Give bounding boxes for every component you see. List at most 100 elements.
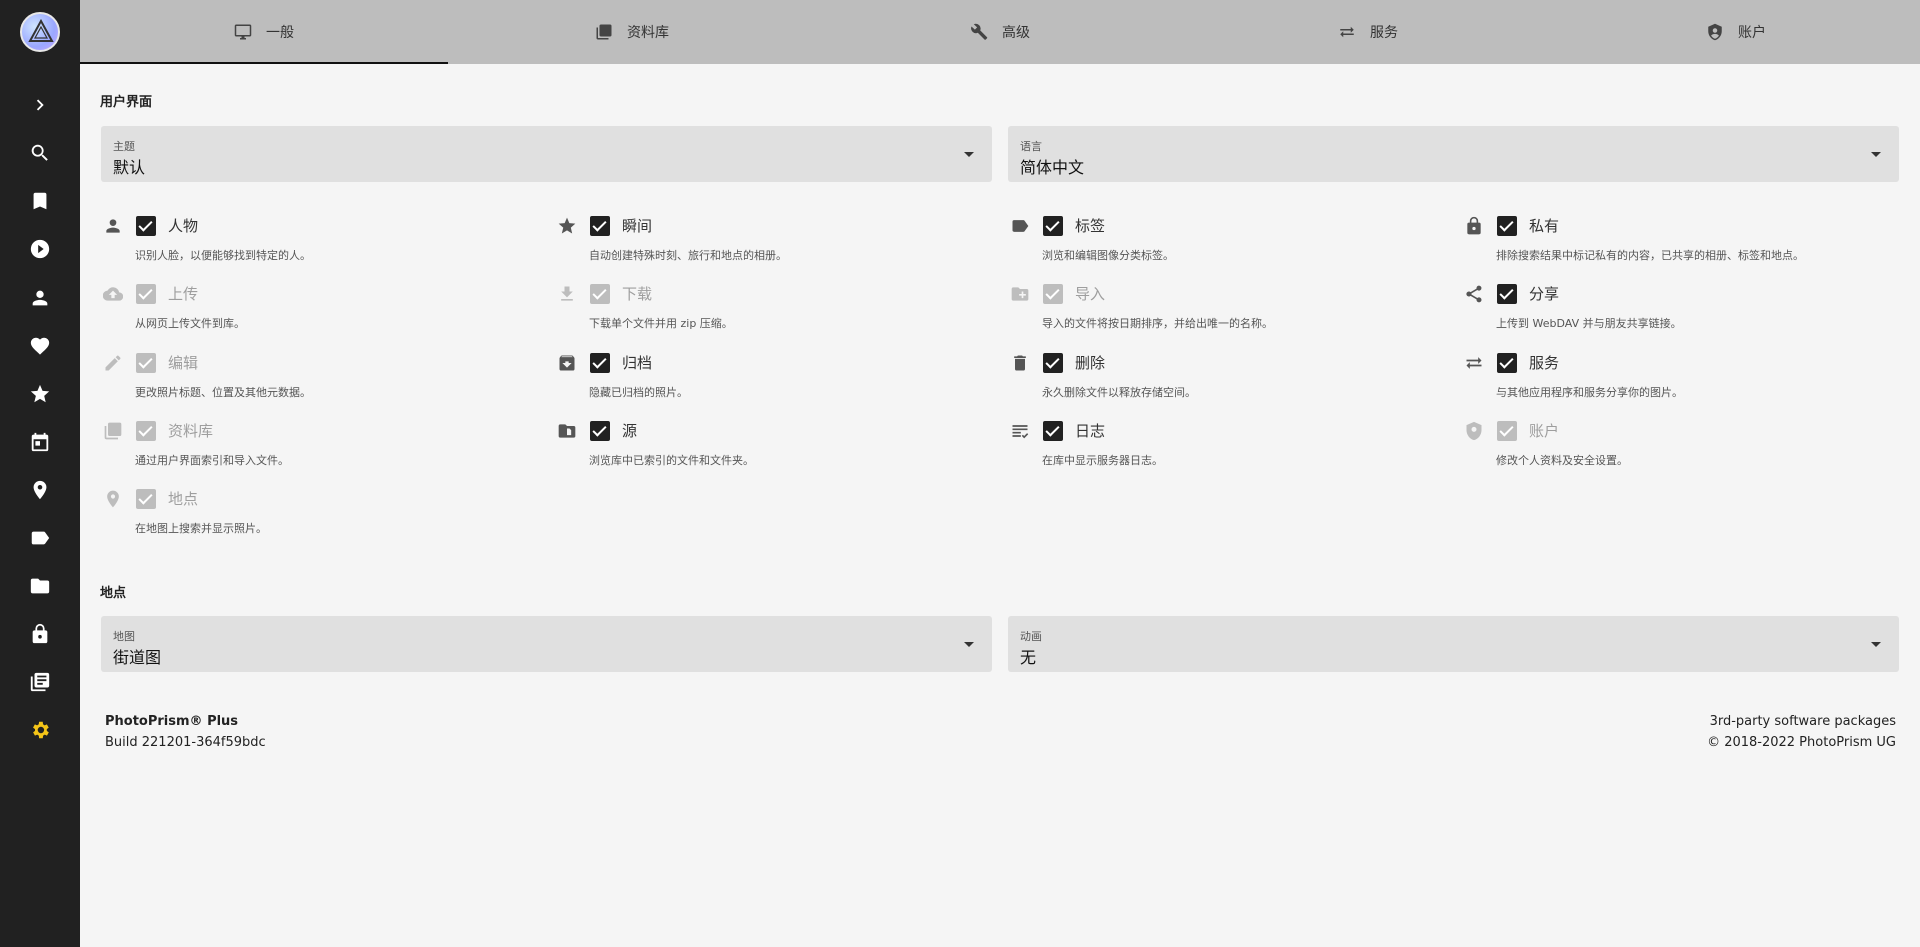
feature-description: 下载单个文件并用 zip 压缩。 — [589, 317, 733, 330]
swap-icon — [1340, 26, 1354, 38]
feature-checkbox[interactable] — [1497, 284, 1517, 304]
feature-checkbox[interactable] — [590, 353, 610, 373]
feature-title: 归档 — [622, 354, 653, 372]
tab-label: 一般 — [266, 25, 294, 41]
feature-title: 下载 — [622, 285, 653, 303]
copyright: © 2018-2022 PhotoPrism UG — [1707, 735, 1896, 750]
feature-delete: 删除 永久删除文件以释放存储空间。 — [1009, 352, 1449, 416]
sidebar — [0, 0, 80, 947]
chevron-down-icon — [964, 642, 974, 647]
swap-icon — [1463, 352, 1485, 374]
library-icon[interactable] — [28, 670, 52, 694]
heart-icon[interactable] — [28, 334, 52, 358]
feature-title: 日志 — [1075, 422, 1106, 440]
feature-checkbox[interactable] — [136, 284, 156, 304]
log-icon — [1009, 420, 1031, 442]
feature-title: 人物 — [168, 217, 199, 235]
person-icon — [102, 215, 124, 237]
folder-icon[interactable] — [28, 574, 52, 598]
tab-label: 资料库 — [627, 25, 669, 41]
account-shield-icon — [1708, 23, 1722, 41]
feature-title: 服务 — [1529, 354, 1560, 372]
feature-private: 私有 排除搜索结果中标记私有的内容，已共享的相册、标签和地点。 — [1463, 215, 1903, 279]
feature-checkbox[interactable] — [590, 284, 610, 304]
footer-legal: 3rd-party software packages © 2018-2022 … — [1707, 714, 1896, 756]
tab-advanced[interactable]: 高级 — [816, 0, 1184, 64]
feature-archive: 归档 隐藏已归档的照片。 — [556, 352, 996, 416]
feature-moments: 瞬间 自动创建特殊时刻、旅行和地点的相册。 — [556, 215, 996, 279]
theme-select[interactable]: 主题 默认 — [101, 126, 992, 182]
theme-label: 主题 — [113, 140, 135, 153]
feature-account: 账户 修改个人资料及安全设置。 — [1463, 420, 1903, 484]
map-marker-icon[interactable] — [28, 478, 52, 502]
expand-chevron-icon[interactable] — [28, 93, 52, 117]
tab-account[interactable]: 账户 — [1552, 0, 1920, 64]
feature-description: 识别人脸，以便能够找到特定的人。 — [135, 249, 311, 262]
build-version: Build 221201-364f59bdc — [105, 735, 266, 750]
feature-description: 自动创建特殊时刻、旅行和地点的相册。 — [589, 249, 787, 262]
feature-description: 浏览库中已索引的文件和文件夹。 — [589, 454, 754, 467]
feature-checkbox[interactable] — [590, 421, 610, 441]
feature-title: 编辑 — [168, 354, 199, 372]
label-icon[interactable] — [28, 526, 52, 550]
person-icon[interactable] — [28, 286, 52, 310]
monitor-icon — [234, 24, 252, 40]
chevron-down-icon — [1871, 152, 1881, 157]
feature-description: 隐藏已归档的照片。 — [589, 386, 688, 399]
feature-title: 标签 — [1075, 217, 1106, 235]
download-icon — [556, 283, 578, 305]
tab-services[interactable]: 服务 — [1184, 0, 1552, 64]
feature-checkbox[interactable] — [1043, 216, 1063, 236]
feature-description: 在地图上搜索并显示照片。 — [135, 522, 267, 535]
footer-build-info: PhotoPrism® Plus Build 221201-364f59bdc — [105, 714, 266, 750]
feature-checkbox[interactable] — [136, 489, 156, 509]
star-icon[interactable] — [28, 382, 52, 406]
language-label: 语言 — [1020, 140, 1042, 153]
feature-description: 在库中显示服务器日志。 — [1042, 454, 1163, 467]
search-icon[interactable] — [28, 141, 52, 165]
photoprism-logo-icon[interactable] — [20, 12, 60, 52]
places-heading: 地点 — [100, 586, 127, 601]
map-style-select[interactable]: 地图 街道图 — [101, 616, 992, 672]
feature-title: 瞬间 — [622, 217, 653, 235]
feature-originals: 源 浏览库中已索引的文件和文件夹。 — [556, 420, 996, 484]
user-interface-heading: 用户界面 — [100, 95, 153, 110]
language-select[interactable]: 语言 简体中文 — [1008, 126, 1899, 182]
feature-title: 资料库 — [168, 422, 214, 440]
calendar-icon[interactable] — [28, 430, 52, 454]
feature-title: 私有 — [1529, 217, 1560, 235]
play-circle-icon[interactable] — [28, 237, 52, 261]
feature-description: 导入的文件将按日期排序，并给出唯一的名称。 — [1042, 317, 1273, 330]
feature-description: 浏览和编辑图像分类标签。 — [1042, 249, 1174, 262]
product-name: PhotoPrism® Plus — [105, 714, 239, 729]
feature-checkbox[interactable] — [136, 421, 156, 441]
feature-download: 下载 下载单个文件并用 zip 压缩。 — [556, 283, 996, 347]
lock-icon[interactable] — [28, 622, 52, 646]
feature-checkbox[interactable] — [1043, 284, 1063, 304]
third-party-link[interactable]: 3rd-party software packages — [1707, 714, 1896, 729]
map-marker-icon — [102, 488, 124, 510]
tab-general[interactable]: 一般 — [80, 0, 448, 64]
feature-title: 地点 — [168, 490, 199, 508]
feature-labels: 标签 浏览和编辑图像分类标签。 — [1009, 215, 1449, 279]
animation-select[interactable]: 动画 无 — [1008, 616, 1899, 672]
feature-checkbox[interactable] — [1497, 353, 1517, 373]
feature-share: 分享 上传到 WebDAV 并与朋友共享链接。 — [1463, 283, 1903, 347]
tab-library[interactable]: 资料库 — [448, 0, 816, 64]
pencil-icon — [102, 352, 124, 374]
feature-checkbox[interactable] — [590, 216, 610, 236]
feature-description: 更改照片标题、位置及其他元数据。 — [135, 386, 311, 399]
feature-checkbox[interactable] — [1497, 421, 1517, 441]
language-value: 简体中文 — [1020, 158, 1085, 177]
settings-tabs: 一般 资料库 高级 服务 账户 — [80, 0, 1920, 64]
tab-label: 账户 — [1738, 25, 1766, 41]
feature-checkbox[interactable] — [1497, 216, 1517, 236]
bookmark-icon[interactable] — [28, 189, 52, 213]
settings-gear-icon[interactable] — [28, 718, 52, 742]
feature-checkbox[interactable] — [1043, 421, 1063, 441]
feature-checkbox[interactable] — [1043, 353, 1063, 373]
feature-checkbox[interactable] — [136, 353, 156, 373]
account-shield-icon — [1463, 420, 1485, 442]
archive-icon — [556, 352, 578, 374]
feature-checkbox[interactable] — [136, 216, 156, 236]
